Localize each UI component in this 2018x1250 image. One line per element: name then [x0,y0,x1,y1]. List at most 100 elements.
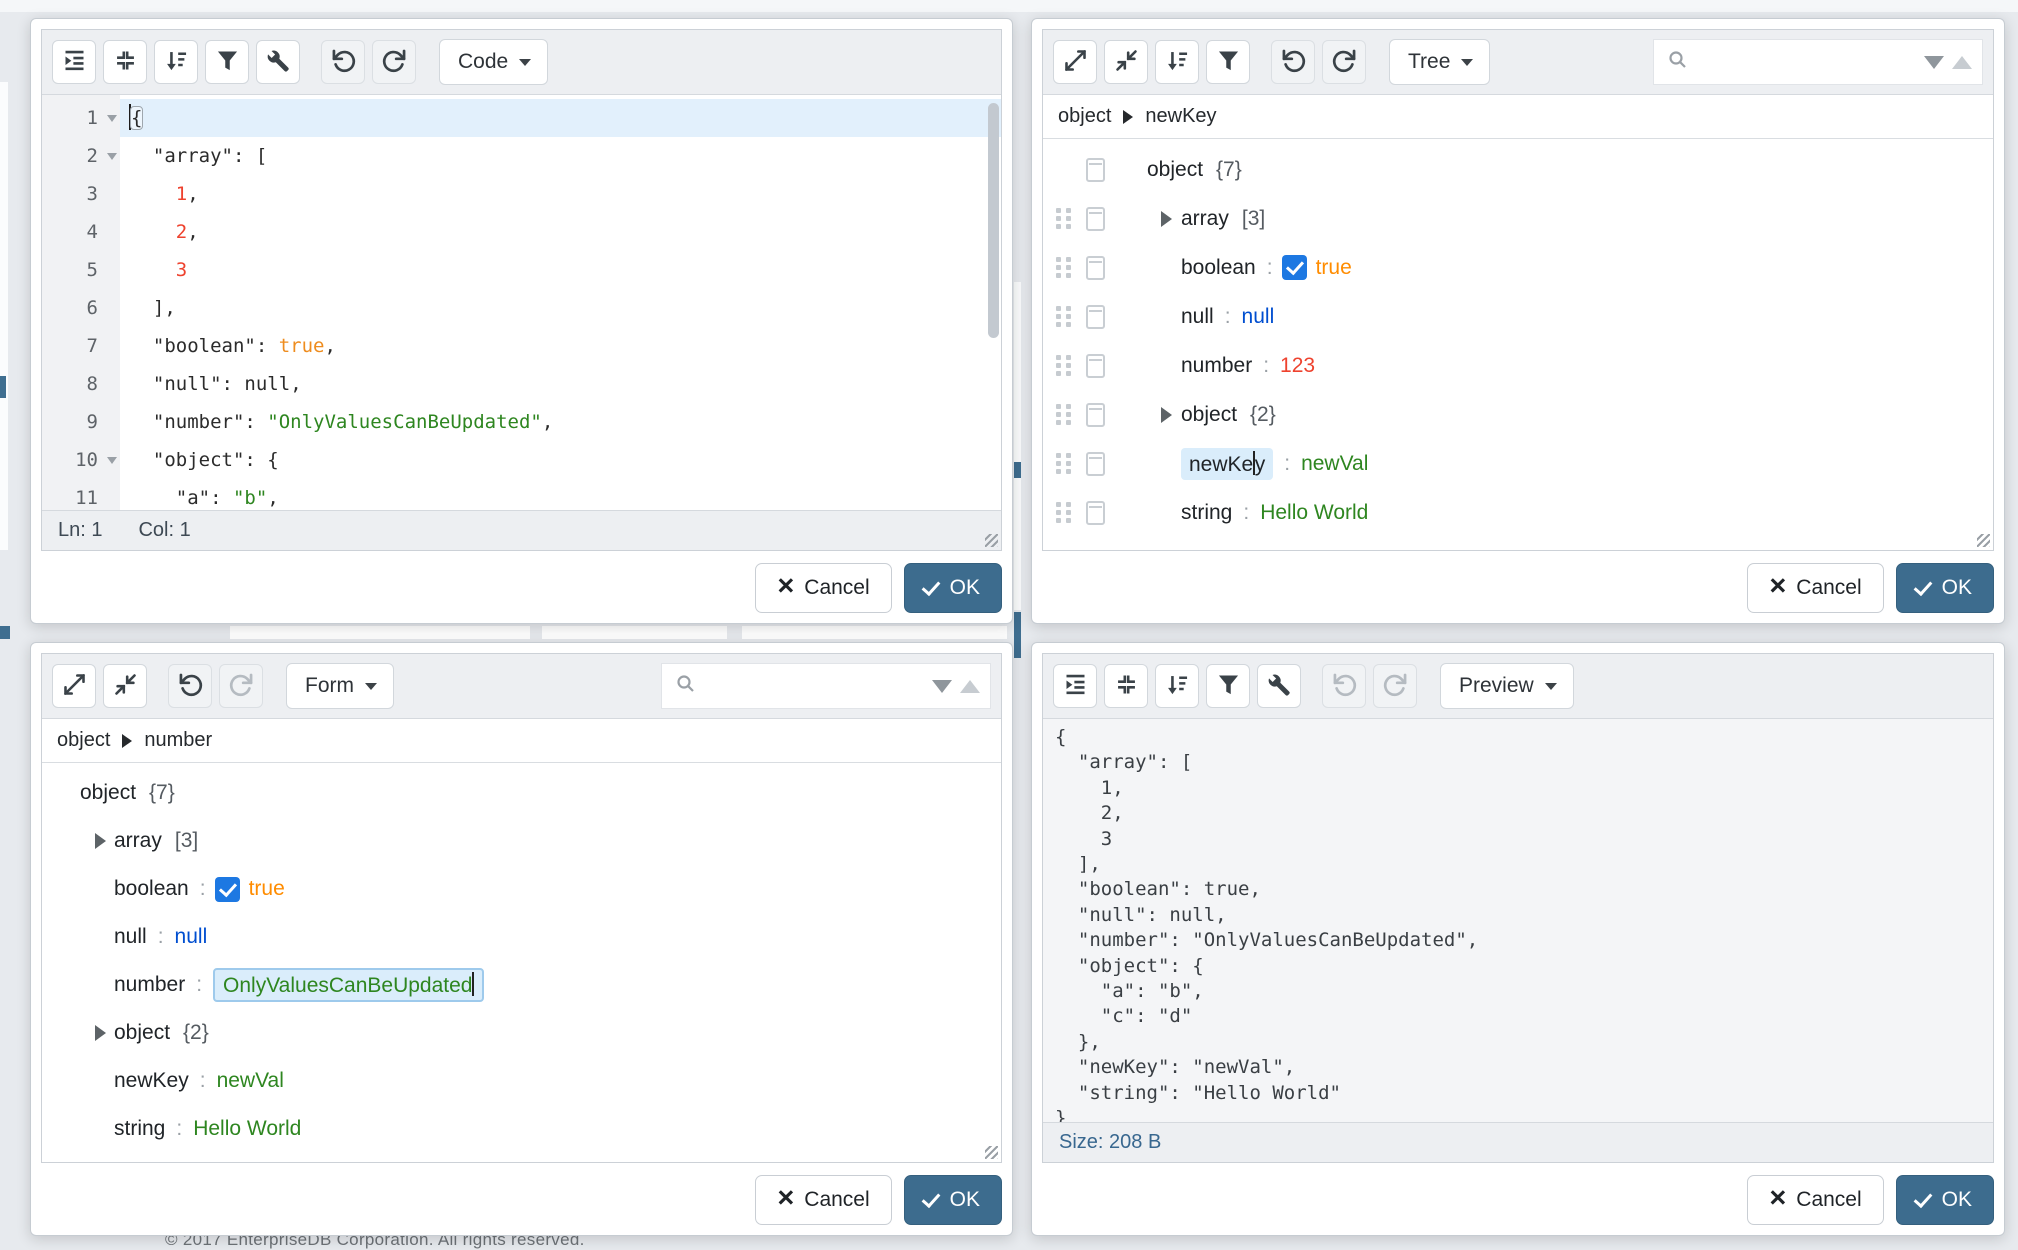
node-key[interactable]: string [114,1117,165,1141]
cancel-button[interactable]: ×Cancel [1747,563,1883,613]
redo-button[interactable] [1373,664,1417,708]
breadcrumb-root[interactable]: object [1058,105,1111,128]
format-button[interactable] [1053,664,1097,708]
redo-button[interactable] [219,664,263,708]
expand-arrow-icon[interactable] [1151,407,1181,423]
context-menu-icon[interactable] [1086,256,1105,280]
code-line[interactable]: "array": [ [120,137,1001,175]
drag-handle-icon[interactable] [1053,205,1073,232]
node-key[interactable]: array [114,829,162,853]
scrollbar-thumb[interactable] [988,103,999,338]
context-menu-icon[interactable] [1086,354,1105,378]
node-key[interactable]: boolean [1181,256,1256,280]
code-line[interactable]: "null": null, [120,365,1001,403]
compact-button[interactable] [103,40,147,84]
context-menu-icon[interactable] [1086,158,1105,182]
node-key[interactable]: object [114,1021,170,1045]
ok-button[interactable]: OK [1896,1175,1994,1225]
format-button[interactable] [52,40,96,84]
context-menu-icon[interactable] [1086,452,1105,476]
code-line[interactable]: 2, [120,213,1001,251]
node-key[interactable]: newKey [114,1069,189,1093]
transform-button[interactable] [1257,664,1301,708]
expand-arrow-icon[interactable] [86,833,114,849]
context-menu-icon[interactable] [1086,207,1105,231]
preview-mode-dropdown[interactable]: Preview [1440,663,1574,709]
cancel-button[interactable]: ×Cancel [755,563,891,613]
drag-handle-icon[interactable] [1053,352,1073,379]
search-next-icon[interactable] [932,680,952,693]
fold-arrow-icon[interactable] [107,115,117,122]
drag-handle-icon[interactable] [1053,254,1073,281]
tree-mode-dropdown[interactable]: Tree [1389,39,1490,85]
node-value[interactable]: null [1242,305,1275,329]
node-key[interactable]: string [1181,501,1232,525]
code-line[interactable]: ], [120,289,1001,327]
cancel-button[interactable]: ×Cancel [755,1175,891,1225]
expand-arrow-icon[interactable] [1151,211,1181,227]
collapse-all-button[interactable] [1104,40,1148,84]
code-line[interactable]: 1, [120,175,1001,213]
search-previous-icon[interactable] [960,680,980,693]
ok-button[interactable]: OK [1896,563,1994,613]
scrollbar[interactable] [987,99,999,506]
node-value[interactable]: OnlyValuesCanBeUpdated [213,968,484,1002]
drag-handle-icon[interactable] [1053,450,1073,477]
node-value[interactable]: Hello World [193,1117,301,1141]
search-input[interactable] [1690,50,1916,75]
boolean-checkbox[interactable] [215,877,240,902]
resize-grip[interactable] [1977,534,1990,547]
sort-button[interactable] [154,40,198,84]
node-key[interactable]: number [114,973,185,997]
node-value[interactable]: newVal [1301,452,1368,476]
node-value[interactable]: newVal [217,1069,284,1093]
undo-button[interactable] [1322,664,1366,708]
breadcrumb-current[interactable]: newKey [1145,105,1216,128]
node-key[interactable]: null [1181,305,1214,329]
code-line[interactable]: 3 [120,251,1001,289]
resize-grip[interactable] [985,1146,998,1159]
node-value[interactable]: null [175,925,208,949]
context-menu-icon[interactable] [1086,305,1105,329]
undo-button[interactable] [168,664,212,708]
node-key[interactable]: boolean [114,877,189,901]
node-key[interactable]: array [1181,207,1229,231]
collapse-all-button[interactable] [103,664,147,708]
resize-grip[interactable] [985,534,998,547]
context-menu-icon[interactable] [1086,403,1105,427]
filter-button[interactable] [1206,40,1250,84]
ok-button[interactable]: OK [904,1175,1002,1225]
breadcrumb-current[interactable]: number [144,729,212,752]
form-mode-dropdown[interactable]: Form [286,663,394,709]
node-key[interactable]: null [114,925,147,949]
node-value[interactable]: true [249,877,285,901]
code-mode-dropdown[interactable]: Code [439,39,548,85]
code-line[interactable]: "boolean": true, [120,327,1001,365]
breadcrumb-root[interactable]: object [57,729,110,752]
search-next-icon[interactable] [1924,56,1944,69]
expand-all-button[interactable] [1053,40,1097,84]
search-input[interactable] [698,674,924,699]
code-line[interactable]: { [120,99,1001,137]
drag-handle-icon[interactable] [1053,499,1073,526]
cancel-button[interactable]: ×Cancel [1747,1175,1883,1225]
code-line[interactable]: "object": { [120,441,1001,479]
node-key[interactable]: number [1181,354,1252,378]
undo-button[interactable] [321,40,365,84]
node-key[interactable]: object [1147,158,1203,182]
node-value[interactable]: true [1316,256,1352,280]
filter-button[interactable] [1206,664,1250,708]
node-value[interactable]: Hello World [1260,501,1368,525]
filter-button[interactable] [205,40,249,84]
sort-button[interactable] [1155,664,1199,708]
boolean-checkbox[interactable] [1282,255,1307,280]
expand-all-button[interactable] [52,664,96,708]
fold-arrow-icon[interactable] [107,153,117,160]
redo-button[interactable] [372,40,416,84]
transform-button[interactable] [256,40,300,84]
undo-button[interactable] [1271,40,1315,84]
search-previous-icon[interactable] [1952,56,1972,69]
code-line[interactable]: "number": "OnlyValuesCanBeUpdated", [120,403,1001,441]
drag-handle-icon[interactable] [1053,303,1073,330]
code-lines[interactable]: { "array": [ 1, 2, 3 ], "boolean": true,… [120,95,1001,510]
